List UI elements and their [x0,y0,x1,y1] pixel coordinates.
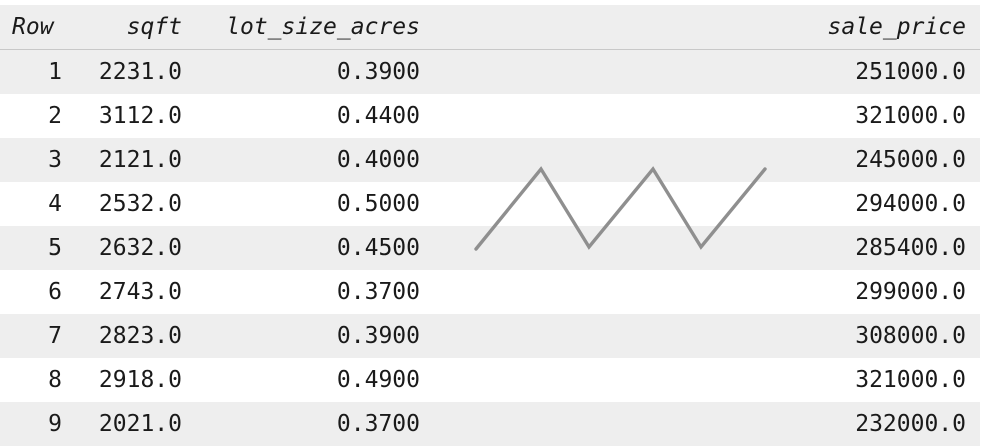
sale-price-cell: 321000.0 [426,358,980,402]
lot-size-acres-cell: 0.3900 [184,314,426,358]
sqft-cell: 3112.0 [72,94,184,138]
lot-size-acres-cell: 0.4500 [184,226,426,270]
sale-price-cell: 232000.0 [426,402,980,446]
sqft-cell: 2743.0 [72,270,184,314]
sale-price-cell: 321000.0 [426,94,980,138]
lot-size-acres-cell: 0.4900 [184,358,426,402]
table-row: 3 2121.0 0.4000 245000.0 [0,138,980,182]
sqft-cell: 2532.0 [72,182,184,226]
data-grid: Row sqft lot_size_acres sale_price 1 2231… [0,5,980,446]
lot-size-acres-cell: 0.4000 [184,138,426,182]
table-row: 1 2231.0 0.3900 251000.0 [0,49,980,94]
row-index-cell: 3 [0,138,72,182]
table-header: Row sqft lot_size_acres sale_price [0,5,980,50]
table-row: 8 2918.0 0.4900 321000.0 [0,358,980,402]
lot-size-acres-cell: 0.3700 [184,402,426,446]
sale-price-cell: 294000.0 [426,182,980,226]
sale-price-cell: 285400.0 [426,226,980,270]
lot-size-acres-cell: 0.4400 [184,94,426,138]
column-header-row: Row [0,5,72,50]
sale-price-cell: 245000.0 [426,138,980,182]
sqft-cell: 2823.0 [72,314,184,358]
row-index-cell: 5 [0,226,72,270]
row-index-cell: 7 [0,314,72,358]
row-index-cell: 8 [0,358,72,402]
table-row: 2 3112.0 0.4400 321000.0 [0,94,980,138]
table-row: 9 2021.0 0.3700 232000.0 [0,402,980,446]
row-index-cell: 4 [0,182,72,226]
table-row: 5 2632.0 0.4500 285400.0 [0,226,980,270]
column-header-sale-price: sale_price [426,5,980,50]
lot-size-acres-cell: 0.3900 [184,49,426,94]
sale-price-cell: 251000.0 [426,49,980,94]
sale-price-cell: 308000.0 [426,314,980,358]
row-index-cell: 2 [0,94,72,138]
column-header-lot-size-acres: lot_size_acres [184,5,426,50]
sale-price-cell: 299000.0 [426,270,980,314]
data-table: Row sqft lot_size_acres sale_price 1 2231… [0,5,980,446]
table-body: 1 2231.0 0.3900 251000.0 2 3112.0 0.4400 321000… [0,49,980,446]
column-header-sqft: sqft [72,5,184,50]
sqft-cell: 2632.0 [72,226,184,270]
row-index-cell: 6 [0,270,72,314]
lot-size-acres-cell: 0.5000 [184,182,426,226]
row-index-cell: 9 [0,402,72,446]
sqft-cell: 2231.0 [72,49,184,94]
sqft-cell: 2121.0 [72,138,184,182]
sqft-cell: 2918.0 [72,358,184,402]
lot-size-acres-cell: 0.3700 [184,270,426,314]
row-index-cell: 1 [0,49,72,94]
header-row: Row sqft lot_size_acres sale_price [0,5,980,50]
sqft-cell: 2021.0 [72,402,184,446]
table-row: 7 2823.0 0.3900 308000.0 [0,314,980,358]
table-row: 6 2743.0 0.3700 299000.0 [0,270,980,314]
table-row: 4 2532.0 0.5000 294000.0 [0,182,980,226]
